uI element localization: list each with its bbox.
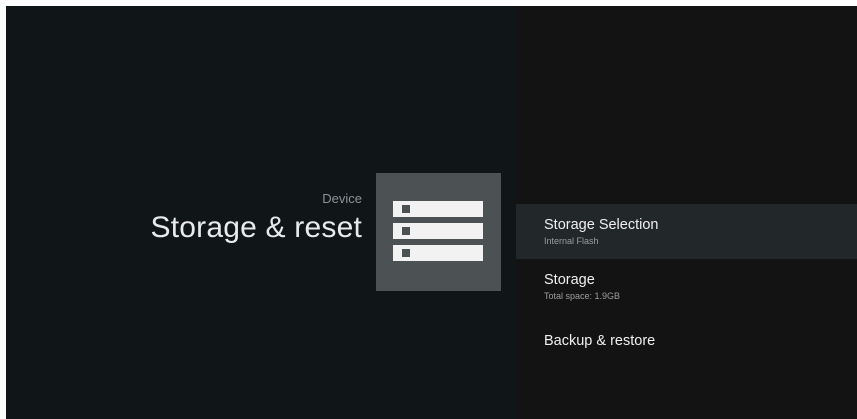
storage-drive-3-icon <box>393 245 483 261</box>
menu-item-subtitle: Total space: 1.9GB <box>544 291 621 301</box>
menu-item-title: Backup & restore <box>544 333 656 349</box>
menu-item-title: Storage <box>544 272 595 288</box>
menu-item-storage-selection[interactable]: Storage Selection Internal Flash <box>516 204 857 259</box>
menu-item-backup-restore[interactable]: Backup & restore <box>516 315 857 370</box>
menu-item-subtitle: Internal Flash <box>544 236 599 246</box>
tv-settings-screen: Device Storage & reset Storage Selection… <box>6 6 857 419</box>
storage-drive-1-icon <box>393 201 483 217</box>
menu-item-storage[interactable]: Storage Total space: 1.9GB <box>516 259 857 314</box>
title-pane: Device Storage & reset <box>6 6 516 419</box>
storage-drive-2-icon <box>393 223 483 239</box>
storage-icon <box>376 173 501 291</box>
breadcrumb: Device <box>322 191 362 206</box>
menu-item-title: Storage Selection <box>544 217 659 233</box>
page-title: Storage & reset <box>150 211 362 244</box>
